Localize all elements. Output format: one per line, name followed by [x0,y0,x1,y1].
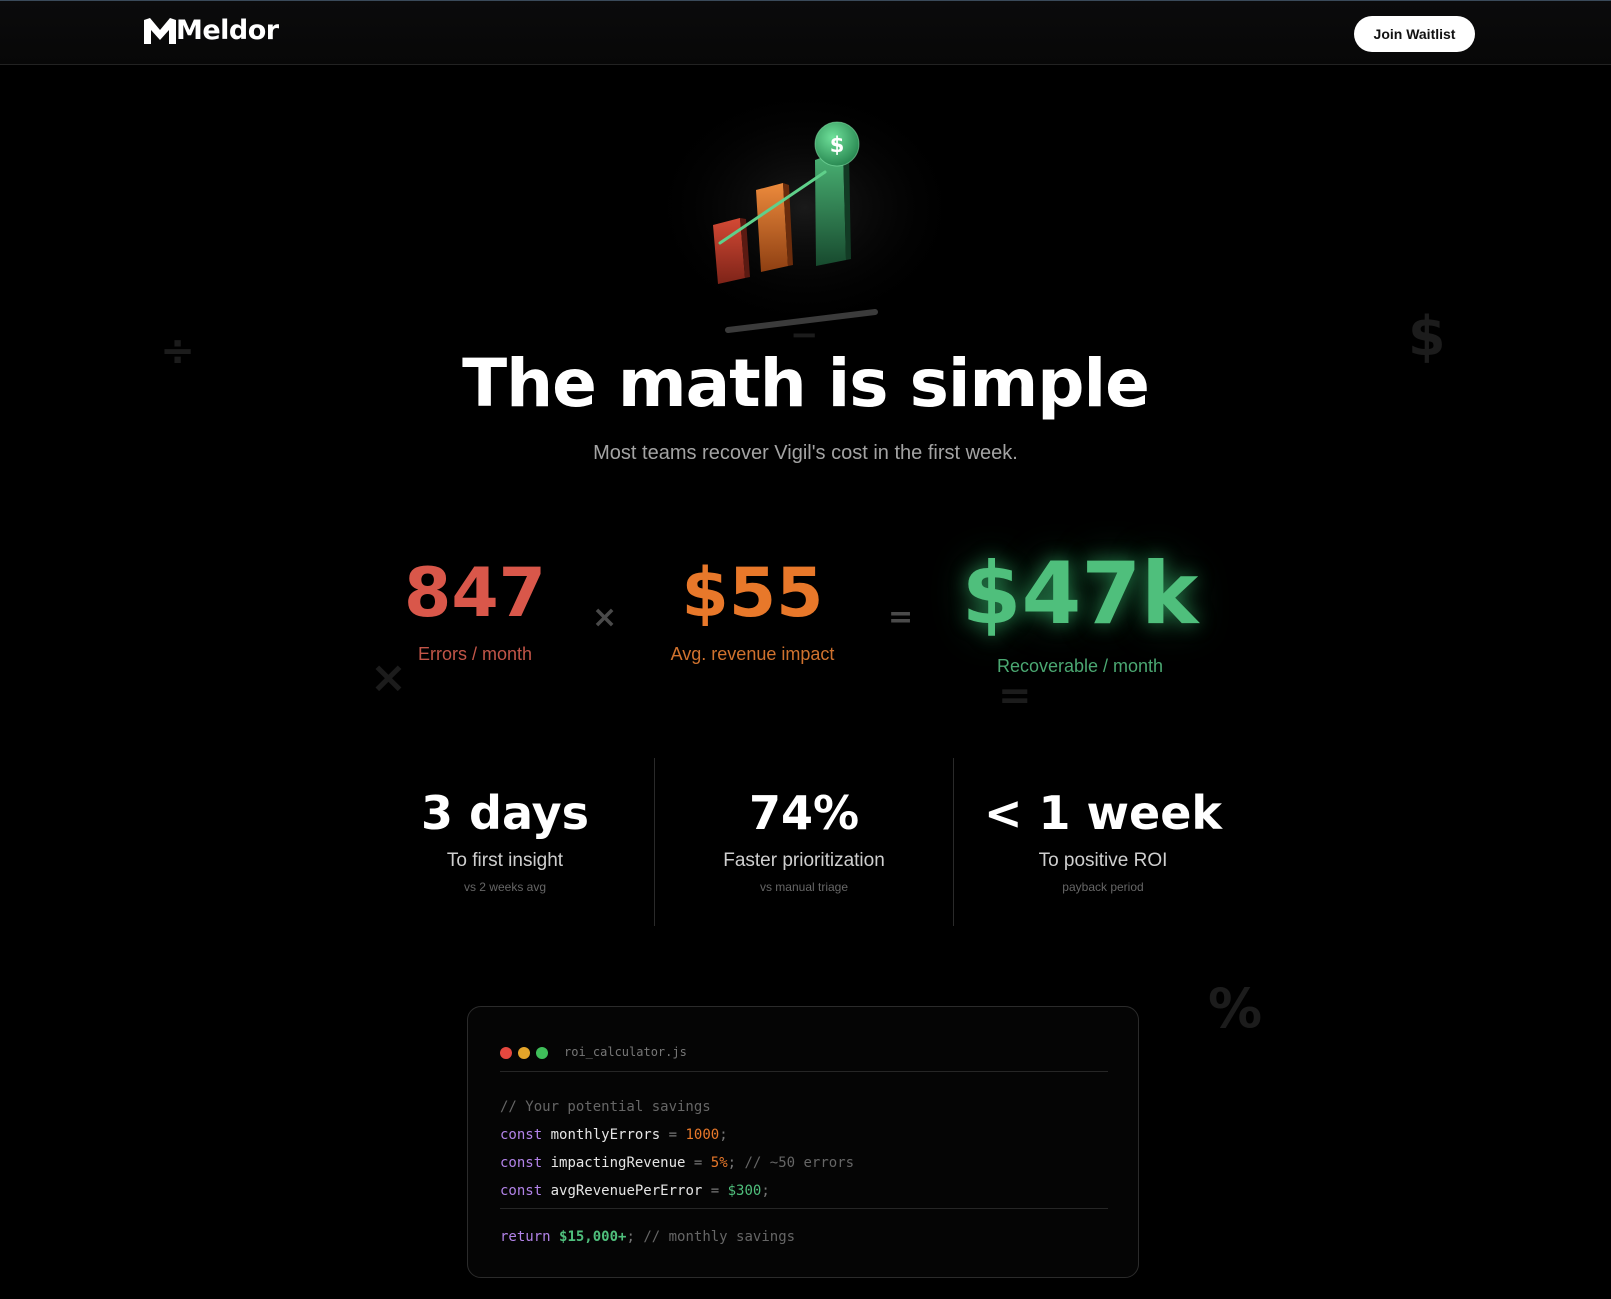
stat-label: Faster prioritization [723,850,885,871]
stat-positive-roi: < 1 week To positive ROI payback period [954,790,1252,894]
revenue-impact-value: $55 [681,554,824,633]
page-subtitle: Most teams recover Vigil's cost in the f… [593,442,1018,464]
brand-name: Meldor [176,15,279,46]
code-line: const monthlyErrors = 1000; [500,1127,728,1143]
errors-per-month-label: Errors / month [417,644,533,664]
maximize-dot-icon [536,1047,548,1059]
stat-prioritization: 74% Faster prioritization vs manual tria… [655,790,953,894]
close-dot-icon [500,1047,512,1059]
code-divider [500,1208,1108,1209]
top-nav: Meldor Join Waitlist [0,1,1611,65]
minimize-dot-icon [518,1047,530,1059]
stat-value: < 1 week [983,786,1223,840]
window-controls [500,1047,548,1059]
stat-value: 3 days [421,786,589,840]
code-filename: roi_calculator.js [564,1045,687,1059]
join-waitlist-button[interactable]: Join Waitlist [1354,16,1475,52]
revenue-impact-label: Avg. revenue impact [670,644,835,664]
equals-operator: = [888,600,914,635]
dollar-coin-icon: $ [814,121,860,167]
percent-symbol-decoration: % [1208,977,1263,1040]
page-title: The math is simple [462,345,1150,422]
stat-subtext: payback period [1062,880,1144,894]
recoverable-label: Recoverable / month [996,656,1164,676]
roi-calculator-card: roi_calculator.js // Your potential savi… [467,1006,1139,1278]
errors-per-month-value: 847 [404,554,546,633]
stat-first-insight: 3 days To first insight vs 2 weeks avg [356,790,654,894]
stat-value: 74% [748,786,860,840]
code-line: const impactingRevenue = 5%; // ~50 erro… [500,1155,855,1171]
code-return-line: return $15,000+; // monthly savings [500,1229,796,1245]
code-line: const avgRevenuePerError = $300; [500,1183,770,1199]
growth-chart-illustration: $ [645,95,965,345]
stat-subtext: vs manual triage [759,880,849,894]
card-header-divider [500,1071,1108,1072]
green-bar [815,150,851,266]
equals-symbol-decoration: = [998,673,1032,719]
brand-logo[interactable]: Meldor [144,17,279,44]
code-comment: // Your potential savings [500,1099,711,1115]
stat-label: To first insight [446,850,564,871]
stat-subtext: vs 2 weeks avg [463,880,547,894]
logo-m-icon [144,17,176,44]
recoverable-value: $47k [961,544,1199,644]
stat-label: To positive ROI [1038,850,1168,871]
multiply-operator: × [592,600,618,635]
svg-text:$: $ [830,133,845,157]
